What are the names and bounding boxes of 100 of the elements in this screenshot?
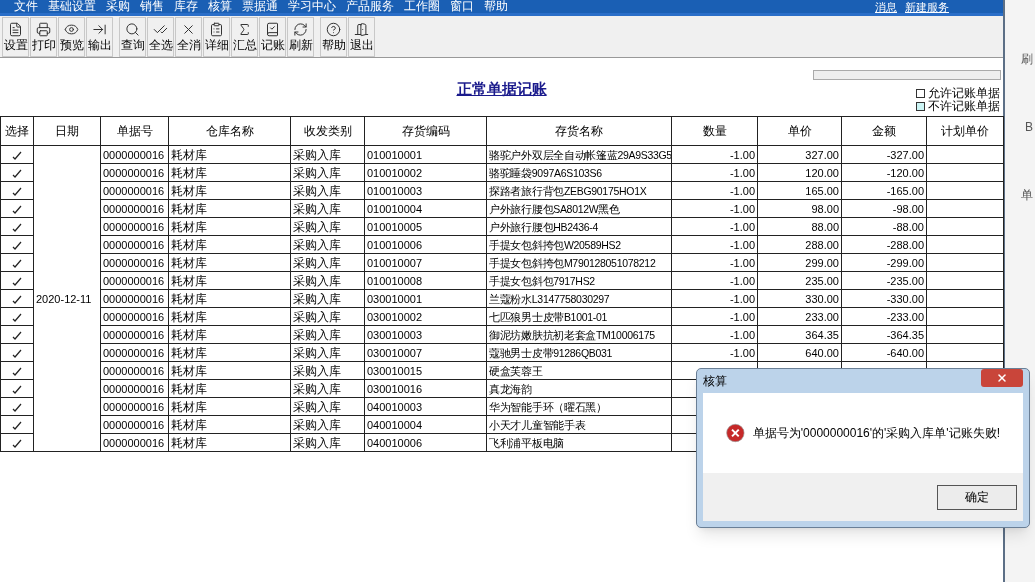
table-cell: 探路者旅行背包ZEBG90175HO1X <box>486 181 672 200</box>
select-cell[interactable] <box>0 343 34 362</box>
select-cell[interactable] <box>0 397 34 416</box>
select-cell[interactable] <box>0 433 34 452</box>
select-cell[interactable] <box>0 181 34 200</box>
document-icon <box>8 21 23 37</box>
toolbar-button[interactable]: 刷新 <box>287 16 314 57</box>
table-cell: 0000000016 <box>100 181 169 200</box>
table-cell: -299.00 <box>841 253 927 272</box>
select-cell[interactable] <box>0 235 34 254</box>
menu-item[interactable]: 产品服务 <box>346 0 394 13</box>
table-cell: -1.00 <box>671 307 758 326</box>
table-cell: 040010004 <box>364 415 487 434</box>
menu-item[interactable]: 库存 <box>174 0 198 13</box>
table-cell: 采购入库 <box>290 253 365 272</box>
toolbar-button[interactable]: 打印 <box>30 16 57 57</box>
printer-icon <box>36 21 51 37</box>
close-icon <box>996 372 1008 384</box>
menu-item[interactable]: 核算 <box>208 0 232 13</box>
table-cell: 采购入库 <box>290 415 365 434</box>
table-cell: 0000000016 <box>100 253 169 272</box>
table-cell: 手提女包斜挎包W20589HS2 <box>486 235 672 254</box>
select-cell[interactable] <box>0 163 34 182</box>
column-header: 金额 <box>841 116 927 146</box>
select-cell[interactable] <box>0 289 34 308</box>
select-cell[interactable] <box>0 361 34 380</box>
table-cell: 0000000016 <box>100 397 169 416</box>
menu-item[interactable]: 基础设置 <box>48 0 96 13</box>
table-cell: 采购入库 <box>290 325 365 344</box>
table-cell: 耗材库 <box>168 361 291 380</box>
select-cell[interactable] <box>0 379 34 398</box>
select-cell[interactable] <box>0 253 34 272</box>
table-cell: 耗材库 <box>168 217 291 236</box>
table-cell: 030010016 <box>364 379 487 398</box>
table-cell: 0000000016 <box>100 145 169 164</box>
table-cell: 采购入库 <box>290 217 365 236</box>
table-cell: 010010001 <box>364 145 487 164</box>
table-cell: 0000000016 <box>100 325 169 344</box>
toolbar-button[interactable]: 输出 <box>86 16 113 57</box>
toolbar-button[interactable]: 帮助 <box>320 16 347 57</box>
table-cell: 骆驼睡袋9097A6S103S6 <box>486 163 672 182</box>
table-cell: 采购入库 <box>290 199 365 218</box>
table-cell: 采购入库 <box>290 145 365 164</box>
table-cell: 040010003 <box>364 397 487 416</box>
close-button[interactable] <box>981 369 1023 387</box>
legend-label: 不许记账单据 <box>928 100 1000 113</box>
select-cell[interactable] <box>0 271 34 290</box>
table-cell: 010010008 <box>364 271 487 290</box>
menu-link[interactable]: 新建服务 <box>905 0 949 13</box>
toolbar-button[interactable]: 详细 <box>203 16 230 57</box>
toolbar-button[interactable]: 预览 <box>58 16 85 57</box>
table-cell: 010010006 <box>364 235 487 254</box>
table-cell: 0000000016 <box>100 361 169 380</box>
menu-item[interactable]: 工作圈 <box>404 0 440 13</box>
table-cell: 耗材库 <box>168 199 291 218</box>
menu-item[interactable]: 学习中心 <box>288 0 336 13</box>
table-cell: -1.00 <box>671 199 758 218</box>
menu-item[interactable]: 文件 <box>14 0 38 13</box>
toolbar-button[interactable]: 全选 <box>147 16 174 57</box>
ok-button[interactable]: 确定 <box>937 484 1017 510</box>
table-cell: 0000000016 <box>100 199 169 218</box>
toolbar-button[interactable]: 查询 <box>119 16 146 57</box>
select-cell[interactable] <box>0 217 34 236</box>
select-cell[interactable] <box>0 325 34 344</box>
table-cell: -88.00 <box>841 217 927 236</box>
menu-link[interactable]: 消息 <box>875 0 897 13</box>
page-title: 正常单据记账 <box>456 79 547 99</box>
table-cell: -1.00 <box>671 325 758 344</box>
table-cell: -120.00 <box>841 163 927 182</box>
table-cell: 耗材库 <box>168 433 291 452</box>
table-cell: 030010003 <box>364 325 487 344</box>
table-cell: -1.00 <box>671 181 758 200</box>
table-cell: -640.00 <box>841 343 927 362</box>
select-cell[interactable] <box>0 145 34 164</box>
toolbar-button[interactable]: 退出 <box>348 16 375 57</box>
table-cell: -1.00 <box>671 343 758 362</box>
table-cell: 030010002 <box>364 307 487 326</box>
table-cell: -235.00 <box>841 271 927 290</box>
menu-item[interactable]: 采购 <box>106 0 130 13</box>
select-cell[interactable] <box>0 199 34 218</box>
toolbar-button[interactable]: 设置 <box>2 16 29 57</box>
toolbar-button[interactable]: 全消 <box>175 16 202 57</box>
table-cell: 010010004 <box>364 199 487 218</box>
menu-item[interactable]: 票据通 <box>242 0 278 13</box>
table-cell: 233.00 <box>757 307 842 326</box>
select-cell[interactable] <box>0 415 34 434</box>
table-cell: 0000000016 <box>100 433 169 452</box>
menu-item[interactable]: 销售 <box>140 0 164 13</box>
table-cell: -364.35 <box>841 325 927 344</box>
table-cell: 耗材库 <box>168 271 291 290</box>
toolbar-button[interactable]: 记账 <box>259 16 286 57</box>
table-cell: 330.00 <box>757 289 842 308</box>
table-cell: 327.00 <box>757 145 842 164</box>
table-cell: -1.00 <box>671 217 758 236</box>
menu-item[interactable]: 帮助 <box>484 0 508 13</box>
select-cell[interactable] <box>0 307 34 326</box>
toolbar-button[interactable]: 汇总 <box>231 16 258 57</box>
table-cell: 030010015 <box>364 361 487 380</box>
dialog-title: 核算 <box>703 373 727 390</box>
menu-item[interactable]: 窗口 <box>450 0 474 13</box>
